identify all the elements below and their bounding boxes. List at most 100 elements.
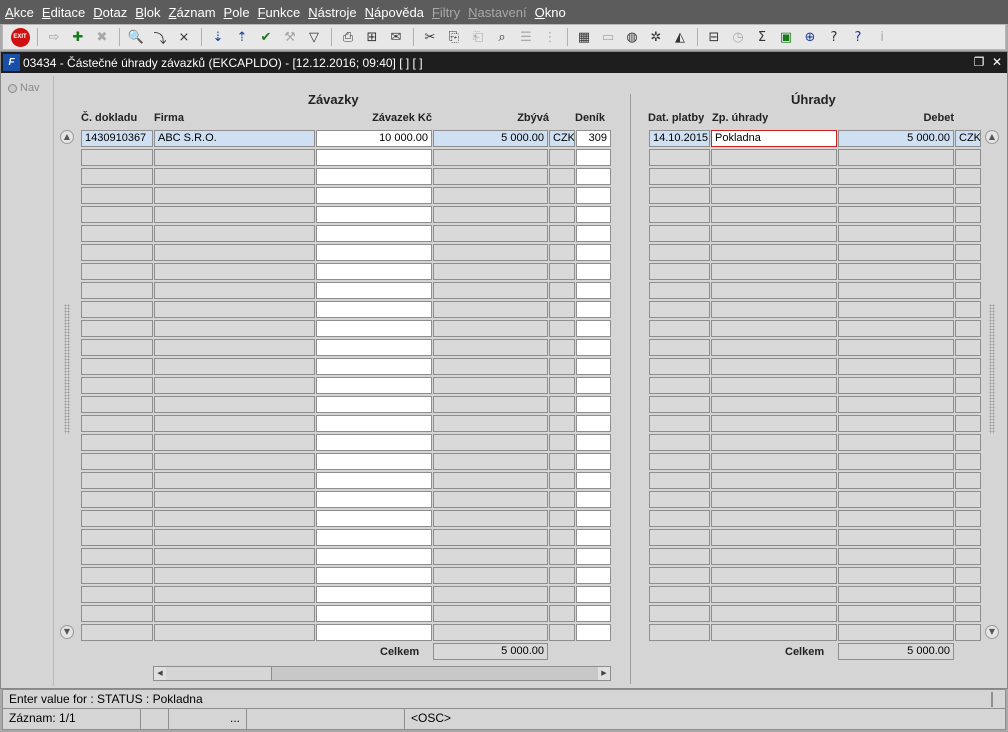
uhrady-cell-datum[interactable] — [649, 548, 710, 565]
uhrady-cell-mena[interactable] — [955, 491, 981, 508]
menu-okno[interactable]: Okno — [532, 5, 569, 20]
zavazky-cell-zbyva[interactable] — [433, 377, 548, 394]
menu-akce[interactable]: Akce — [2, 5, 37, 20]
zavazky-cell-zavazek[interactable] — [316, 415, 432, 432]
uhrady-cell-zpusob[interactable] — [711, 529, 837, 546]
uhrady-cell-zpusob[interactable] — [711, 510, 837, 527]
zavazky-cell-doklad[interactable] — [81, 491, 153, 508]
zavazky-cell-mena[interactable] — [549, 244, 575, 261]
zavazky-cell-firma[interactable] — [154, 472, 315, 489]
uhrady-cell-zpusob[interactable] — [711, 168, 837, 185]
zavazky-cell-denik[interactable] — [576, 339, 611, 356]
zavazky-cell-firma[interactable] — [154, 491, 315, 508]
uhrady-cell-debet[interactable] — [838, 320, 954, 337]
check-icon[interactable]: ✔ — [255, 27, 277, 47]
uhrady-cell-zpusob[interactable] — [711, 472, 837, 489]
zavazky-cell-zbyva[interactable] — [433, 586, 548, 603]
zavazky-cell-doklad[interactable] — [81, 453, 153, 470]
zavazky-cell-denik[interactable] — [576, 358, 611, 375]
uhrady-cell-mena[interactable] — [955, 149, 981, 166]
zavazky-cell-zbyva[interactable] — [433, 548, 548, 565]
uhrady-cell-zpusob[interactable] — [711, 567, 837, 584]
zavazky-cell-firma[interactable] — [154, 263, 315, 280]
zavazky-cell-firma[interactable] — [154, 377, 315, 394]
menu-napoveda[interactable]: Nápověda — [362, 5, 427, 20]
zavazky-cell-denik[interactable] — [576, 567, 611, 584]
zavazky-cell-zbyva[interactable] — [433, 396, 548, 413]
zavazky-cell-mena[interactable] — [549, 586, 575, 603]
zavazky-cell-zbyva[interactable] — [433, 263, 548, 280]
help-icon[interactable]: ? — [847, 27, 869, 47]
zavazky-cell-mena[interactable] — [549, 472, 575, 489]
print-preview-icon[interactable]: ⊞ — [361, 27, 383, 47]
zavazky-cell-zavazek[interactable] — [316, 320, 432, 337]
zavazky-cell-denik[interactable] — [576, 282, 611, 299]
zavazky-cell-firma[interactable] — [154, 415, 315, 432]
uhrady-cell-mena[interactable] — [955, 358, 981, 375]
menu-funkce[interactable]: Funkce — [255, 5, 304, 20]
close-window-button[interactable]: ✕ — [989, 54, 1005, 70]
zavazky-cell-doklad[interactable] — [81, 244, 153, 261]
uhrady-cell-zpusob[interactable] — [711, 396, 837, 413]
zavazky-cell-firma[interactable] — [154, 225, 315, 242]
uhrady-cell-debet[interactable] — [838, 548, 954, 565]
zavazky-cell-doklad[interactable] — [81, 206, 153, 223]
zavazky-cell-denik[interactable] — [576, 624, 611, 641]
uhrady-cell-datum[interactable] — [649, 187, 710, 204]
uhrady-cell-debet[interactable] — [838, 301, 954, 318]
zavazky-cell-denik[interactable] — [576, 206, 611, 223]
uhrady-cell-zpusob[interactable] — [711, 624, 837, 641]
zavazky-cell-zavazek[interactable] — [316, 339, 432, 356]
uhrady-cell-debet[interactable] — [838, 225, 954, 242]
zavazky-cell-zbyva[interactable]: 5 000.00 — [433, 130, 548, 147]
zavazky-cell-zbyva[interactable] — [433, 301, 548, 318]
uhrady-cell-datum[interactable] — [649, 567, 710, 584]
zavazky-cell-mena[interactable] — [549, 168, 575, 185]
zavazky-cell-doklad[interactable] — [81, 415, 153, 432]
zavazky-cell-mena[interactable] — [549, 396, 575, 413]
menu-zaznam[interactable]: Záznam — [166, 5, 219, 20]
hscroll-thumb[interactable] — [166, 667, 272, 680]
uhrady-cell-datum[interactable]: 14.10.2015 — [649, 130, 710, 147]
zavazky-cell-zavazek[interactable] — [316, 301, 432, 318]
zavazky-cell-zavazek[interactable] — [316, 282, 432, 299]
zavazky-cell-zbyva[interactable] — [433, 624, 548, 641]
zavazky-cell-firma[interactable] — [154, 187, 315, 204]
copy-icon[interactable]: ⎘ — [443, 27, 465, 47]
uhrady-cell-mena[interactable] — [955, 282, 981, 299]
uhrady-cell-debet[interactable] — [838, 529, 954, 546]
zavazky-cell-denik[interactable] — [576, 510, 611, 527]
zavazky-cell-firma[interactable] — [154, 282, 315, 299]
uhrady-cell-datum[interactable] — [649, 168, 710, 185]
uhrady-cell-zpusob[interactable] — [711, 339, 837, 356]
uhrady-cell-mena[interactable] — [955, 548, 981, 565]
zavazky-cell-zavazek[interactable] — [316, 605, 432, 622]
zavazky-cell-doklad[interactable] — [81, 529, 153, 546]
uhrady-cell-zpusob[interactable] — [711, 263, 837, 280]
uhrady-cell-datum[interactable] — [649, 510, 710, 527]
uhrady-cell-zpusob[interactable] — [711, 206, 837, 223]
zavazky-cell-denik[interactable] — [576, 377, 611, 394]
zavazky-cell-firma[interactable] — [154, 168, 315, 185]
uhrady-cell-debet[interactable] — [838, 434, 954, 451]
uhrady-cell-mena[interactable]: CZK — [955, 130, 981, 147]
uhrady-cell-datum[interactable] — [649, 434, 710, 451]
uhrady-cell-datum[interactable] — [649, 339, 710, 356]
zavazky-cell-zavazek[interactable] — [316, 567, 432, 584]
uhrady-cell-zpusob[interactable] — [711, 453, 837, 470]
zavazky-cell-denik[interactable] — [576, 244, 611, 261]
cancel-query-icon[interactable]: ⨯ — [173, 27, 195, 47]
zavazky-cell-firma[interactable] — [154, 244, 315, 261]
sum-icon[interactable]: Σ — [751, 27, 773, 47]
uhrady-cell-datum[interactable] — [649, 358, 710, 375]
zavazky-cell-firma[interactable] — [154, 529, 315, 546]
zavazky-cell-zbyva[interactable] — [433, 415, 548, 432]
uhrady-cell-mena[interactable] — [955, 320, 981, 337]
uhrady-cell-datum[interactable] — [649, 225, 710, 242]
web-icon[interactable]: ⊕ — [799, 27, 821, 47]
uhrady-cell-datum[interactable] — [649, 377, 710, 394]
uhrady-cell-mena[interactable] — [955, 339, 981, 356]
zavazky-cell-denik[interactable] — [576, 168, 611, 185]
uhrady-cell-datum[interactable] — [649, 415, 710, 432]
zavazky-cell-zavazek[interactable] — [316, 510, 432, 527]
